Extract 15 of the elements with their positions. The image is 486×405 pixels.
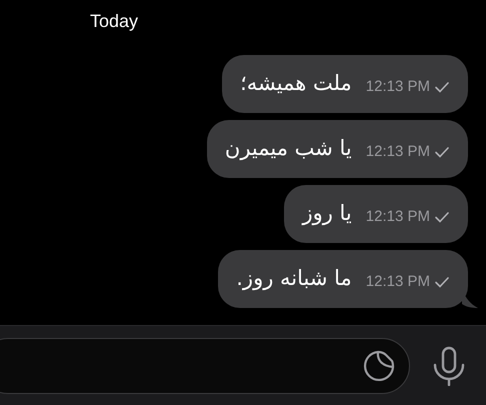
microphone-icon[interactable] bbox=[432, 346, 466, 386]
check-icon bbox=[434, 146, 450, 158]
message-text: ما شبانه روز. bbox=[236, 265, 352, 292]
message-time: 12:13 PM bbox=[366, 272, 430, 292]
message-input-field[interactable] bbox=[0, 338, 410, 394]
message-time: 12:13 PM bbox=[366, 206, 430, 227]
message-time: 12:13 PM bbox=[366, 142, 430, 162]
date-header: Today bbox=[90, 11, 138, 31]
message-text: یا روز bbox=[302, 200, 352, 228]
check-icon bbox=[434, 211, 450, 223]
check-icon bbox=[434, 276, 450, 288]
message-text: ملت همیشه؛ bbox=[240, 70, 352, 98]
check-icon bbox=[434, 81, 450, 93]
message-time: 12:13 PM bbox=[366, 76, 430, 97]
message-text: یا شب میمیرن bbox=[224, 135, 352, 162]
